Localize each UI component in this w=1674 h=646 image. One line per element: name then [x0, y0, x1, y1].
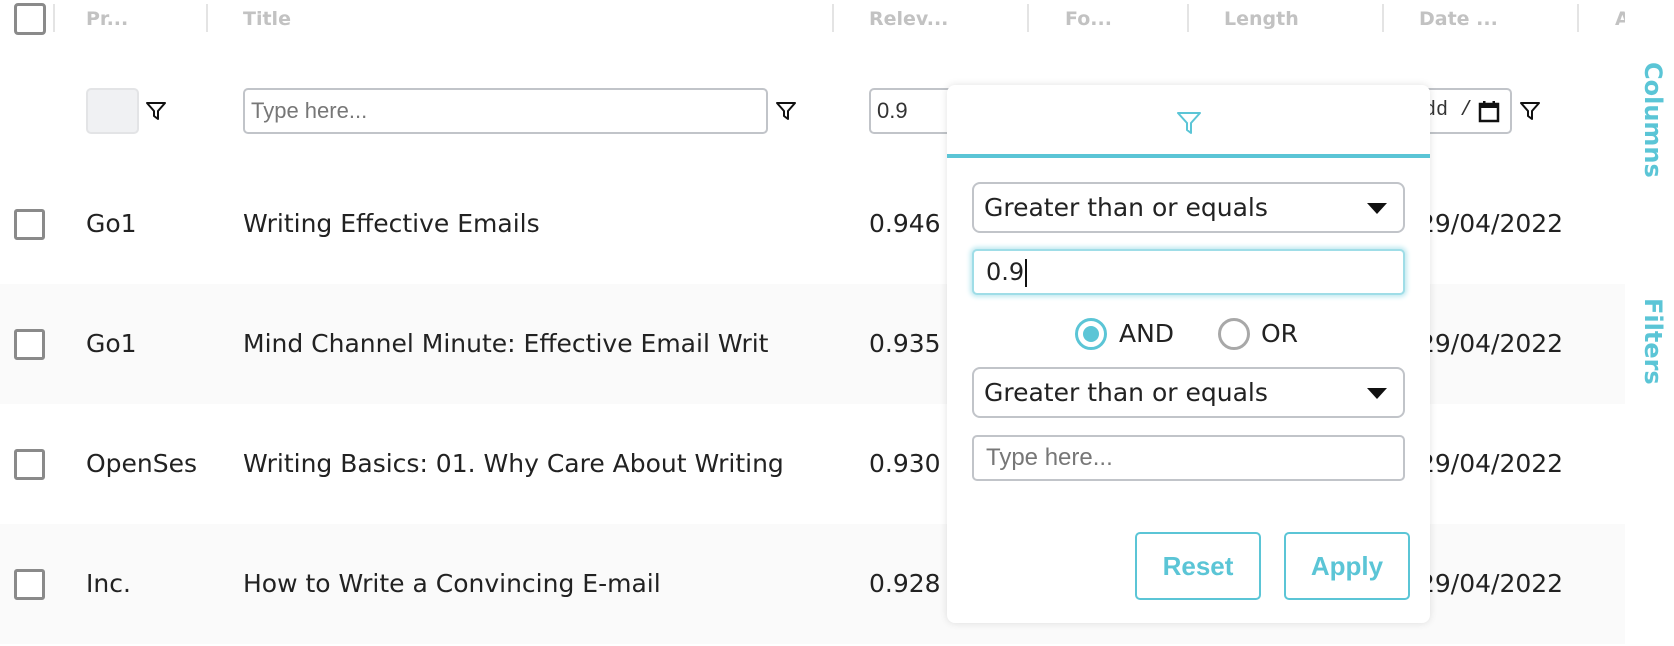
- condition-1-input-text: 0.9: [986, 258, 1025, 286]
- column-separator[interactable]: [206, 4, 208, 32]
- and-label[interactable]: AND: [1119, 313, 1174, 355]
- condition-2-value: Greater than or equals: [984, 378, 1268, 407]
- column-header-relevance[interactable]: Relev...: [869, 0, 948, 38]
- reset-button[interactable]: Reset: [1135, 532, 1261, 600]
- or-radio[interactable]: [1218, 318, 1250, 350]
- popup-tab-bar: [947, 85, 1430, 158]
- condition-2-select[interactable]: Greater than or equals: [972, 367, 1405, 418]
- condition-1-select[interactable]: Greater than or equals: [972, 182, 1405, 233]
- title-filter-input[interactable]: Type here...: [243, 88, 768, 134]
- calendar-icon[interactable]: [1478, 100, 1500, 124]
- row-checkbox[interactable]: [14, 329, 45, 360]
- provider-cell: OpenSes: [86, 449, 198, 478]
- date-cell: 29/04/2022: [1419, 209, 1564, 238]
- column-header-length[interactable]: Length: [1224, 0, 1299, 38]
- provider-filter-icon[interactable]: [145, 100, 167, 122]
- date-cell: 29/04/2022: [1419, 449, 1564, 478]
- column-separator[interactable]: [832, 4, 834, 32]
- column-header-title[interactable]: Title: [243, 0, 291, 38]
- column-filter-popup: Greater than or equals 0.9 AND OR Greate…: [947, 85, 1430, 623]
- filters-tab[interactable]: Filters: [1627, 298, 1667, 385]
- provider-cell: Go1: [86, 329, 137, 358]
- date-cell: 29/04/2022: [1419, 569, 1564, 598]
- column-header-format[interactable]: Fo...: [1065, 0, 1112, 38]
- text-cursor: [1025, 259, 1028, 287]
- side-panel: Columns Filters: [1625, 0, 1674, 646]
- and-radio[interactable]: [1075, 318, 1107, 350]
- condition-2-value-input[interactable]: Type here...: [972, 435, 1405, 481]
- apply-button[interactable]: Apply: [1284, 532, 1410, 600]
- column-separator[interactable]: [1187, 4, 1189, 32]
- filter-tab-icon[interactable]: [1176, 110, 1202, 136]
- column-separator[interactable]: [1577, 4, 1579, 32]
- column-separator[interactable]: [53, 4, 55, 32]
- title-filter-icon[interactable]: [775, 100, 797, 122]
- header-row: Pr... Title Relev... Fo... Length Date .…: [0, 0, 1630, 38]
- date-filter-icon[interactable]: [1519, 100, 1541, 122]
- date-filter-value: dd /: [1424, 99, 1473, 122]
- row-checkbox[interactable]: [14, 209, 45, 240]
- title-cell: Writing Effective Emails: [243, 209, 540, 238]
- provider-filter-input[interactable]: [86, 88, 139, 134]
- join-operator-group: AND OR: [947, 313, 1430, 353]
- row-checkbox[interactable]: [14, 449, 45, 480]
- column-separator[interactable]: [1027, 4, 1029, 32]
- date-cell: 29/04/2022: [1419, 329, 1564, 358]
- column-header-provider[interactable]: Pr...: [86, 0, 128, 38]
- title-cell: Mind Channel Minute: Effective Email Wri…: [243, 329, 769, 358]
- provider-cell: Inc.: [86, 569, 131, 598]
- or-label[interactable]: OR: [1261, 313, 1298, 355]
- column-separator[interactable]: [1382, 4, 1384, 32]
- column-header-date[interactable]: Date ...: [1419, 0, 1498, 38]
- title-cell: Writing Basics: 01. Why Care About Writi…: [243, 449, 784, 478]
- title-cell: How to Write a Convincing E-mail: [243, 569, 661, 598]
- chevron-down-icon: [1367, 203, 1387, 214]
- provider-cell: Go1: [86, 209, 137, 238]
- condition-1-value: Greater than or equals: [984, 193, 1268, 222]
- condition-1-value-input[interactable]: 0.9: [972, 249, 1405, 295]
- row-checkbox[interactable]: [14, 569, 45, 600]
- chevron-down-icon: [1367, 388, 1387, 399]
- select-all-checkbox[interactable]: [14, 3, 46, 35]
- columns-tab[interactable]: Columns: [1627, 62, 1667, 178]
